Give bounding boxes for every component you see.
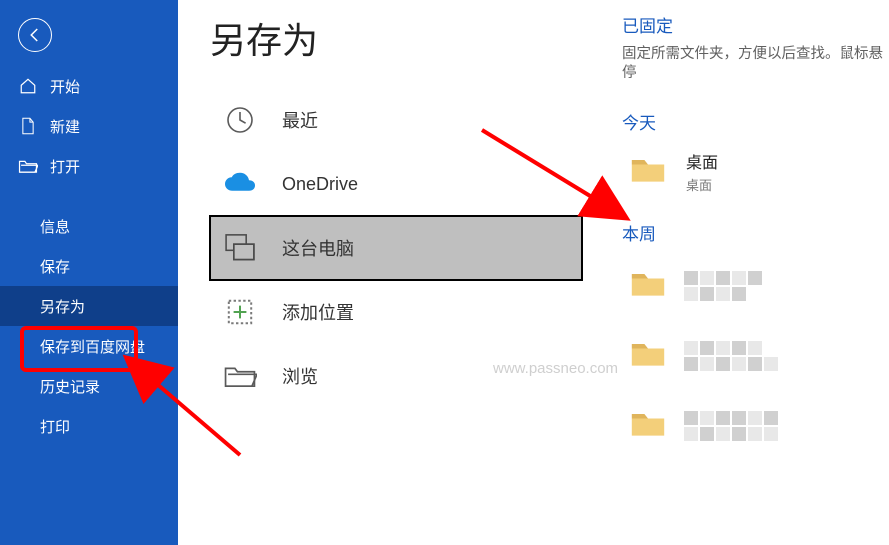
this-pc-icon — [220, 228, 260, 268]
location-label: 最近 — [282, 107, 318, 133]
sidebar-item-label: 另存为 — [40, 296, 85, 317]
location-label: OneDrive — [282, 174, 358, 195]
new-file-icon — [18, 117, 38, 135]
location-onedrive[interactable]: OneDrive — [210, 152, 582, 216]
redacted-text-icon — [684, 411, 778, 441]
sidebar-item-new[interactable]: 新建 — [0, 106, 178, 146]
redacted-text-icon — [684, 271, 778, 301]
page-title: 另存为 — [210, 12, 582, 64]
sidebar-item-info[interactable]: 信息 — [0, 206, 178, 246]
sidebar-item-start[interactable]: 开始 — [0, 66, 178, 106]
sidebar-item-history[interactable]: 历史记录 — [0, 366, 178, 406]
folder-name: 桌面 — [686, 149, 718, 173]
pinned-heading: 已固定 — [622, 12, 883, 37]
sidebar-item-save-to-baidu[interactable]: 保存到百度网盘 — [0, 326, 178, 366]
folders-column: 已固定 固定所需文件夹，方便以后查找。鼠标悬停 今天 桌面 桌面 本周 — [582, 12, 889, 545]
folder-path: 桌面 — [686, 175, 718, 194]
folder-item-redacted[interactable] — [622, 397, 883, 455]
open-folder-icon — [18, 158, 38, 174]
sidebar-item-label: 信息 — [40, 216, 70, 237]
location-add-place[interactable]: 添加位置 — [210, 280, 582, 344]
location-label: 浏览 — [282, 363, 318, 389]
location-label: 添加位置 — [282, 299, 354, 325]
sidebar-item-print[interactable]: 打印 — [0, 406, 178, 446]
back-button[interactable] — [18, 18, 52, 52]
sidebar-item-label: 打印 — [40, 416, 70, 437]
sidebar-item-save[interactable]: 保存 — [0, 246, 178, 286]
folder-item-redacted[interactable] — [622, 327, 883, 385]
location-label: 这台电脑 — [282, 235, 354, 261]
location-browse[interactable]: 浏览 — [210, 344, 582, 408]
browse-folder-icon — [220, 356, 260, 396]
sidebar-item-label: 保存 — [40, 256, 70, 277]
folder-item-redacted[interactable] — [622, 257, 883, 315]
save-locations-column: 另存为 最近 OneDrive 这台电脑 — [210, 12, 582, 545]
folder-icon — [630, 154, 668, 189]
folder-icon — [630, 338, 666, 373]
home-icon — [18, 77, 38, 95]
today-heading: 今天 — [622, 109, 883, 134]
back-arrow-icon — [26, 26, 44, 44]
onedrive-icon — [220, 164, 260, 204]
clock-icon — [220, 100, 260, 140]
redacted-text-icon — [684, 341, 778, 371]
folder-icon — [630, 408, 666, 443]
backstage-sidebar: 开始 新建 打开 信息 保存 另存为 保存到百度网盘 — [0, 0, 178, 545]
sidebar-item-label: 新建 — [50, 116, 80, 137]
sidebar-item-label: 历史记录 — [40, 376, 100, 397]
location-recent[interactable]: 最近 — [210, 88, 582, 152]
location-this-pc[interactable]: 这台电脑 — [210, 216, 582, 280]
sidebar-item-save-as[interactable]: 另存为 — [0, 286, 178, 326]
sidebar-item-open[interactable]: 打开 — [0, 146, 178, 186]
main-panel: 另存为 最近 OneDrive 这台电脑 — [178, 0, 889, 545]
this-week-heading: 本周 — [622, 220, 883, 245]
pinned-description: 固定所需文件夹，方便以后查找。鼠标悬停 — [622, 45, 883, 83]
sidebar-item-label: 保存到百度网盘 — [40, 336, 145, 357]
folder-item-desktop[interactable]: 桌面 桌面 — [622, 142, 883, 202]
sidebar-item-label: 开始 — [50, 76, 80, 97]
sidebar-item-label: 打开 — [50, 156, 80, 177]
add-location-icon — [220, 292, 260, 332]
folder-icon — [630, 268, 666, 303]
